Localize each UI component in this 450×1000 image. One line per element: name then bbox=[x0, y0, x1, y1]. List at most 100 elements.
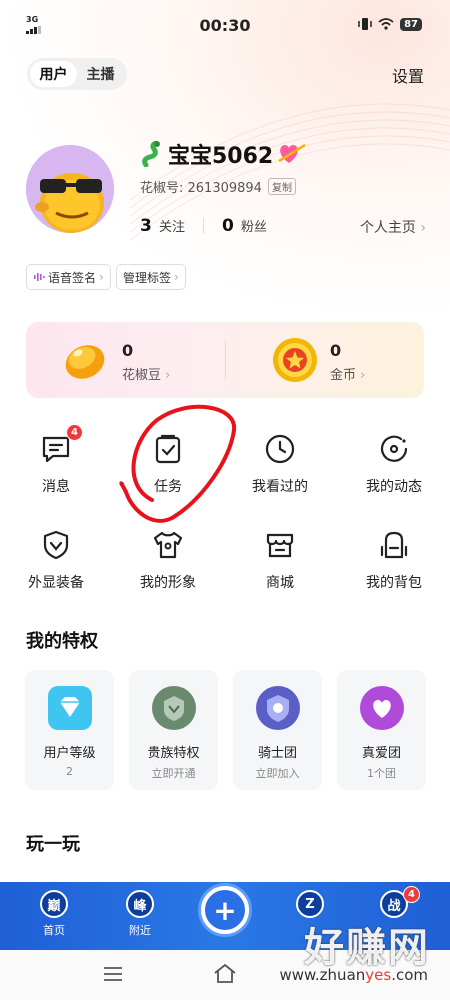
settings-button[interactable]: 设置 bbox=[392, 63, 424, 87]
outfit-label: 外显装备 bbox=[28, 575, 84, 591]
bean-icon bbox=[65, 345, 105, 379]
fans-count: 0 bbox=[222, 216, 234, 236]
privilege-sub: 2 bbox=[66, 765, 73, 778]
following-label: 关注 bbox=[158, 220, 185, 235]
home-label: 首页 bbox=[43, 924, 65, 937]
wallet-card: 0 花椒豆 › 0 金币 › bbox=[26, 322, 424, 398]
tab-user[interactable]: 用户 bbox=[30, 61, 77, 87]
privilege-knights[interactable]: 骑士团 立即加入 bbox=[233, 670, 322, 790]
avatar-image bbox=[26, 145, 114, 233]
knight-badge-icon bbox=[255, 686, 300, 730]
following-stat[interactable]: 3 关注 bbox=[140, 216, 185, 236]
coins-link[interactable]: 金币 › bbox=[330, 364, 365, 383]
grid-mall[interactable]: 商城 bbox=[224, 528, 336, 592]
voice-signature-label: 语音签名 bbox=[48, 270, 97, 285]
watermark-logo: 好赚网 bbox=[304, 925, 430, 971]
chevron-right-icon: › bbox=[360, 368, 366, 383]
home-icon: 巅 bbox=[40, 890, 68, 918]
battle-icon: 战 4 bbox=[380, 886, 420, 918]
tab-home[interactable]: 巅 首页 bbox=[24, 890, 84, 938]
coins-value: 0 bbox=[330, 341, 342, 360]
menu-icon[interactable] bbox=[102, 966, 124, 982]
privileges-title: 我的特权 bbox=[26, 631, 98, 652]
privilege-name: 用户等级 bbox=[43, 746, 96, 761]
coins-label: 金币 bbox=[330, 368, 357, 383]
fans-label: 粉丝 bbox=[240, 220, 267, 235]
chevron-right-icon: › bbox=[174, 270, 179, 284]
snake-icon bbox=[142, 141, 160, 167]
play-title: 玩一玩 bbox=[26, 834, 80, 855]
plus-icon: + bbox=[213, 893, 237, 927]
messages-label: 消息 bbox=[42, 479, 70, 495]
grid-moments[interactable]: 我的动态 bbox=[338, 432, 450, 496]
chevron-right-icon: › bbox=[99, 270, 104, 284]
battle-badge: 4 bbox=[403, 886, 420, 903]
user-name: 宝宝5062 bbox=[168, 144, 274, 169]
name-row: 宝宝5062 bbox=[140, 138, 307, 170]
discover-icon: Z bbox=[296, 890, 324, 918]
avatar[interactable] bbox=[26, 145, 114, 233]
diamond-icon bbox=[47, 686, 92, 730]
grid-image[interactable]: 我的形象 bbox=[112, 528, 224, 592]
grid-messages[interactable]: 4 消息 bbox=[0, 424, 112, 496]
tab-battle[interactable]: 战 4 bbox=[364, 886, 424, 918]
manage-tags-chip[interactable]: 管理标签 › bbox=[116, 264, 186, 290]
manage-tags-label: 管理标签 bbox=[123, 270, 172, 285]
beans-value: 0 bbox=[122, 341, 134, 360]
nearby-label: 附近 bbox=[129, 924, 151, 937]
divider bbox=[203, 218, 204, 234]
heart-badge-icon bbox=[359, 686, 404, 730]
privilege-fan-club[interactable]: 真爱团 1个团 bbox=[337, 670, 426, 790]
heart-arrow-icon bbox=[278, 143, 306, 163]
noble-badge-icon bbox=[151, 686, 196, 730]
nearby-icon: 峰 bbox=[126, 890, 154, 918]
tab-anchor[interactable]: 主播 bbox=[77, 61, 124, 87]
watermark-url: www.zhuanyes.com bbox=[279, 966, 428, 984]
create-button[interactable]: + bbox=[201, 886, 249, 934]
tshirt-icon bbox=[151, 528, 185, 562]
watermark-url-highlight: yes bbox=[365, 966, 392, 984]
hand-drawn-circle bbox=[119, 404, 237, 523]
fans-stat[interactable]: 0 粉丝 bbox=[222, 216, 267, 236]
backpack-icon bbox=[377, 528, 411, 562]
privilege-user-level[interactable]: 用户等级 2 bbox=[25, 670, 114, 790]
homepage-link[interactable]: 个人主页 › bbox=[360, 217, 426, 237]
backpack-label: 我的背包 bbox=[366, 575, 422, 591]
shield-icon bbox=[39, 528, 73, 562]
privilege-noble[interactable]: 贵族特权 立即开通 bbox=[129, 670, 218, 790]
voice-signature-chip[interactable]: 语音签名 › bbox=[26, 264, 111, 290]
privilege-name: 真爱团 bbox=[361, 746, 401, 761]
chevron-right-icon: › bbox=[420, 220, 426, 236]
copy-id-button[interactable]: 复制 bbox=[267, 178, 296, 195]
privilege-name: 贵族特权 bbox=[147, 746, 200, 761]
wifi-icon bbox=[378, 18, 394, 30]
battery-indicator: 87 bbox=[400, 17, 422, 31]
mall-label: 商城 bbox=[266, 575, 294, 591]
watermark-url-suffix: .com bbox=[391, 966, 428, 984]
privilege-sub: 立即开通 bbox=[151, 767, 196, 780]
message-icon: 4 bbox=[39, 424, 83, 466]
role-switch: 用户 主播 bbox=[27, 58, 127, 90]
clock-icon bbox=[263, 432, 297, 466]
privilege-sub: 1个团 bbox=[367, 767, 396, 780]
moments-icon bbox=[377, 432, 411, 466]
privilege-sub: 立即加入 bbox=[255, 767, 300, 780]
status-bar: 3G 00:30 87 bbox=[0, 0, 450, 50]
tab-nearby[interactable]: 峰 附近 bbox=[110, 890, 170, 938]
home-nav-icon[interactable] bbox=[212, 962, 238, 984]
tab-discover[interactable]: Z bbox=[280, 890, 340, 918]
chevron-right-icon: › bbox=[165, 368, 171, 383]
status-icons: 87 bbox=[358, 17, 422, 31]
beans-link[interactable]: 花椒豆 › bbox=[122, 364, 170, 383]
gold-coin-icon bbox=[273, 338, 317, 382]
follow-stats: 3 关注 0 粉丝 bbox=[140, 216, 267, 236]
following-count: 3 bbox=[140, 216, 152, 236]
grid-outfit[interactable]: 外显装备 bbox=[0, 528, 112, 592]
user-id-row: 花椒号: 261309894 复制 bbox=[140, 177, 296, 196]
store-icon bbox=[263, 528, 297, 562]
moments-label: 我的动态 bbox=[366, 479, 422, 495]
waveform-icon bbox=[34, 273, 45, 281]
grid-backpack[interactable]: 我的背包 bbox=[338, 528, 450, 592]
message-badge: 4 bbox=[66, 424, 83, 441]
vibrate-icon bbox=[358, 18, 372, 30]
